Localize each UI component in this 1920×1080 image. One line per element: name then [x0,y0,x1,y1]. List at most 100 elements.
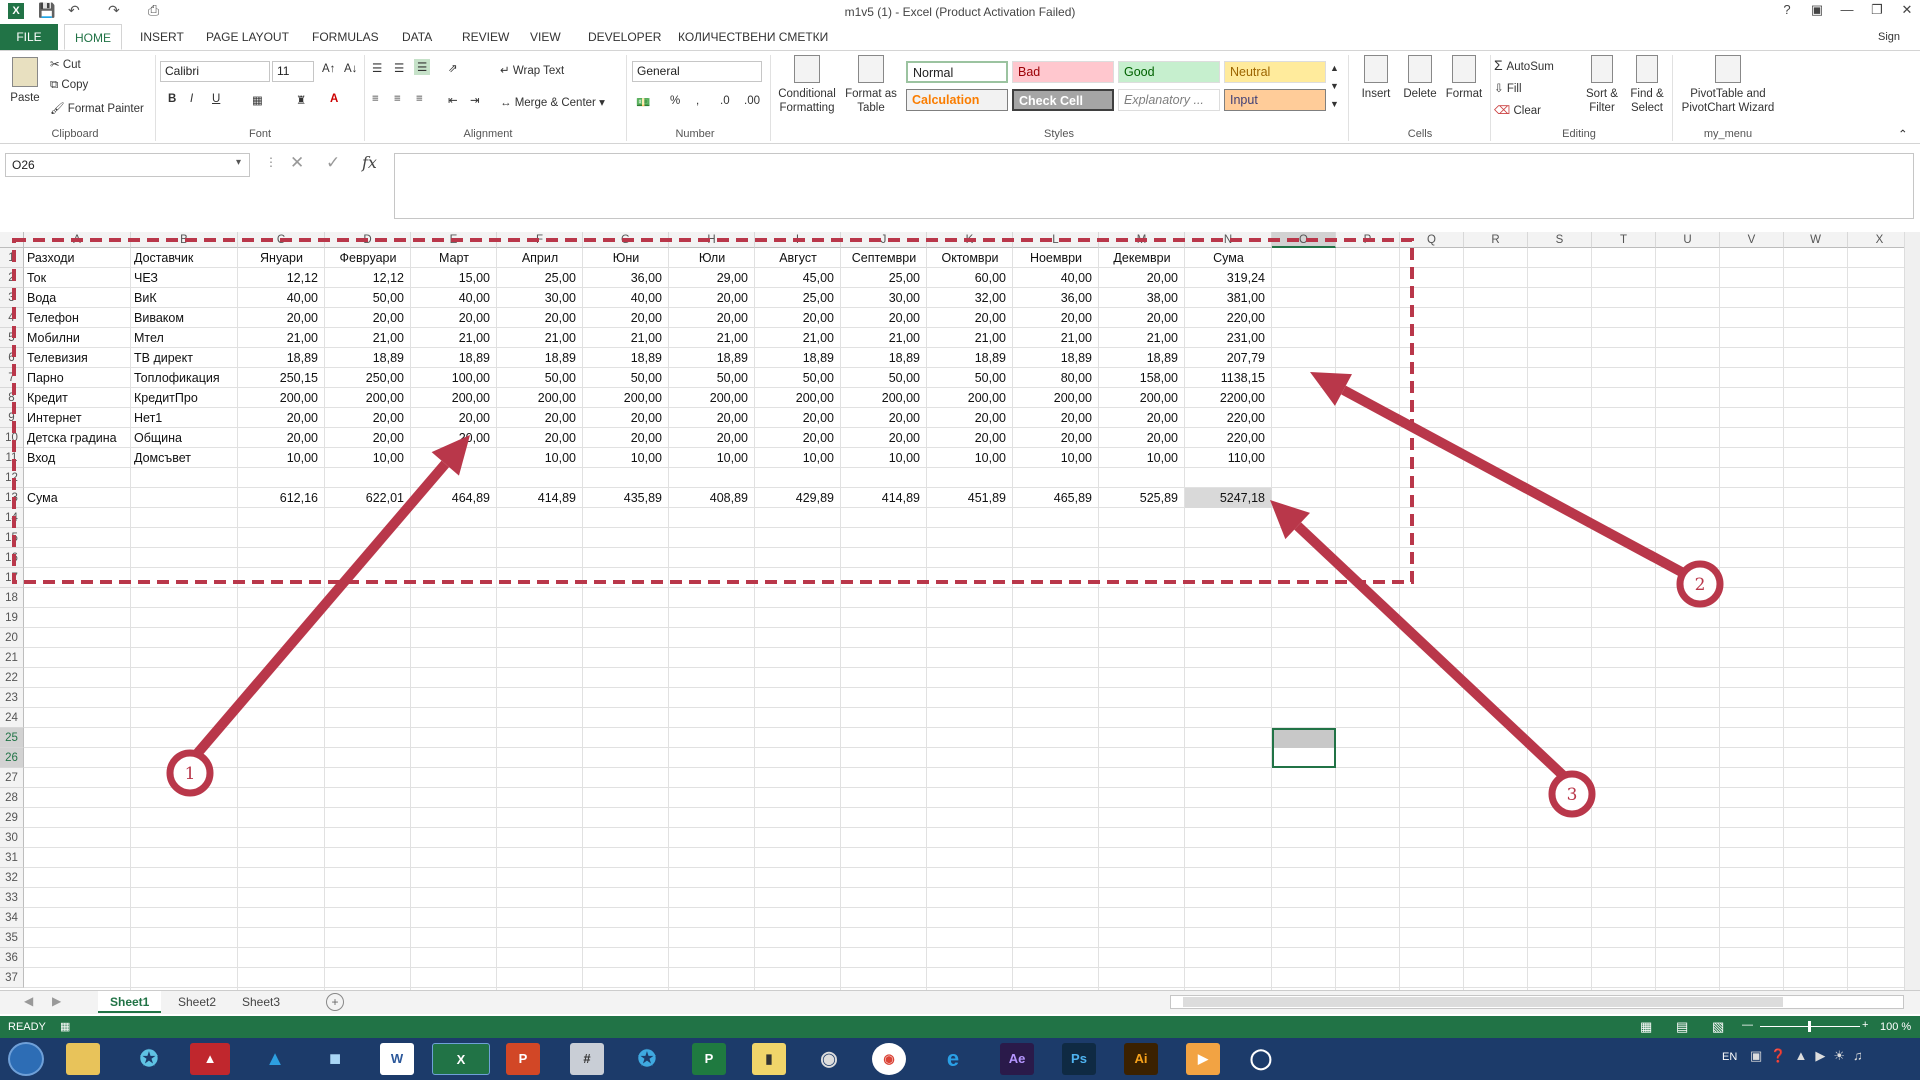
row-header[interactable]: 21 [0,648,24,668]
table-cell[interactable]: 464,89 [411,488,497,508]
table-cell[interactable]: Мтел [131,328,238,348]
table-cell[interactable]: 20,00 [583,428,669,448]
table-cell[interactable]: 20,00 [497,408,583,428]
active-cell-selection[interactable] [1272,728,1336,768]
cancel-icon[interactable]: ✕ [290,153,304,173]
row-header[interactable]: 10 [0,428,24,448]
chrome-icon[interactable]: ◉ [872,1043,906,1075]
column-header[interactable]: H [669,232,755,248]
row-header[interactable]: 28 [0,788,24,808]
column-header[interactable]: I [755,232,841,248]
row-header[interactable]: 20 [0,628,24,648]
table-cell[interactable]: 319,24 [1185,268,1272,288]
table-cell[interactable]: Телефон [24,308,131,328]
media-player-icon[interactable]: ▶ [1186,1043,1220,1075]
table-cell[interactable]: 18,89 [325,348,411,368]
normal-view-icon[interactable]: ▦ [1640,1019,1652,1035]
increase-decimal-icon[interactable]: .0 [720,95,730,107]
bold-button[interactable]: B [168,93,176,105]
align-middle-icon[interactable]: ☰ [394,61,404,75]
style-explanatory[interactable]: Explanatory ... [1118,89,1220,111]
table-cell[interactable]: 20,00 [238,408,325,428]
row-header[interactable]: 23 [0,688,24,708]
excel-taskbar-icon[interactable]: X [432,1043,490,1075]
merge-center-button[interactable]: ↔ Merge & Center ▾ [500,95,605,109]
calculator-icon[interactable]: # [570,1043,604,1075]
table-cell[interactable]: 38,00 [1099,288,1185,308]
row-header[interactable]: 29 [0,808,24,828]
table-cell[interactable]: 20,00 [238,428,325,448]
column-header[interactable]: B [131,232,238,248]
conditional-formatting-button[interactable]: Conditional Formatting [774,55,840,115]
table-cell[interactable]: 40,00 [411,288,497,308]
table-cell[interactable]: 20,00 [841,308,927,328]
column-header[interactable]: L [1013,232,1099,248]
table-cell[interactable]: 10,00 [497,448,583,468]
format-cells-button[interactable]: Format [1442,55,1486,101]
scroll-thumb[interactable] [1183,997,1783,1007]
powerpoint-icon[interactable]: P [506,1043,540,1075]
table-cell[interactable]: Интернет [24,408,131,428]
page-break-view-icon[interactable]: ▧ [1712,1019,1724,1035]
chat-icon[interactable]: ◯ [1244,1043,1278,1075]
table-cell[interactable]: 10,00 [1013,448,1099,468]
table-cell[interactable]: 40,00 [1013,268,1099,288]
table-cell[interactable]: 20,00 [1099,308,1185,328]
column-header[interactable]: P [1336,232,1400,248]
find-select-button[interactable]: Find & Select [1624,55,1670,115]
table-cell[interactable]: 20,00 [583,408,669,428]
column-header[interactable]: Q [1400,232,1464,248]
font-name-dropdown[interactable]: Calibri [160,61,270,82]
help-icon[interactable]: ? [1774,2,1800,17]
table-cell[interactable]: Нет1 [131,408,238,428]
zoom-in-icon[interactable]: + [1862,1019,1868,1031]
table-cell[interactable]: 10,00 [755,448,841,468]
table-cell[interactable]: 20,00 [755,308,841,328]
horizontal-scrollbar[interactable] [1170,995,1904,1009]
column-header[interactable]: S [1528,232,1592,248]
row-header[interactable]: 8 [0,388,24,408]
table-cell[interactable]: 20,00 [669,408,755,428]
table-cell[interactable]: 200,00 [325,388,411,408]
photoshop-icon[interactable]: Ps [1062,1043,1096,1075]
row-header[interactable]: 37 [0,968,24,988]
table-cell[interactable]: 20,00 [927,308,1013,328]
table-cell[interactable]: 10,00 [325,448,411,468]
table-cell[interactable]: Август [755,248,841,268]
table-cell[interactable]: ЧЕЗ [131,268,238,288]
table-cell[interactable]: Домсъвет [131,448,238,468]
table-cell[interactable]: Декември [1099,248,1185,268]
table-cell[interactable]: 18,89 [1099,348,1185,368]
tab-data[interactable]: DATA [392,24,442,50]
decrease-font-icon[interactable]: A↓ [344,63,357,75]
row-header[interactable]: 24 [0,708,24,728]
table-cell[interactable]: 200,00 [497,388,583,408]
table-cell[interactable]: 110,00 [1185,448,1272,468]
folder-icon[interactable]: ▮ [752,1043,786,1075]
table-cell[interactable]: 32,00 [927,288,1013,308]
table-cell[interactable]: 20,00 [411,408,497,428]
increase-font-icon[interactable]: A↑ [322,63,335,75]
style-calculation[interactable]: Calculation [906,89,1008,111]
table-cell[interactable]: 20,00 [1013,308,1099,328]
number-format-dropdown[interactable]: General [632,61,762,82]
sheet-tab-2[interactable]: Sheet2 [166,991,228,1013]
column-header[interactable]: D [325,232,411,248]
table-cell[interactable]: 18,89 [927,348,1013,368]
row-header[interactable]: 33 [0,888,24,908]
table-cell[interactable]: 21,00 [238,328,325,348]
column-header[interactable]: J [841,232,927,248]
column-header[interactable]: W [1784,232,1848,248]
tab-home[interactable]: HOME [64,24,122,50]
table-cell[interactable]: 10,00 [669,448,755,468]
zoom-thumb[interactable] [1808,1021,1811,1032]
column-header[interactable]: C [238,232,325,248]
table-cell[interactable]: Сума [1185,248,1272,268]
currency-icon[interactable]: 💵 [636,95,650,109]
table-cell[interactable]: 220,00 [1185,408,1272,428]
table-cell[interactable]: Топлофикация [131,368,238,388]
ribbon-display-icon[interactable]: ▣ [1804,2,1830,18]
table-cell[interactable]: 465,89 [1013,488,1099,508]
table-cell[interactable]: 20,00 [325,428,411,448]
table-cell[interactable]: 15,00 [411,268,497,288]
